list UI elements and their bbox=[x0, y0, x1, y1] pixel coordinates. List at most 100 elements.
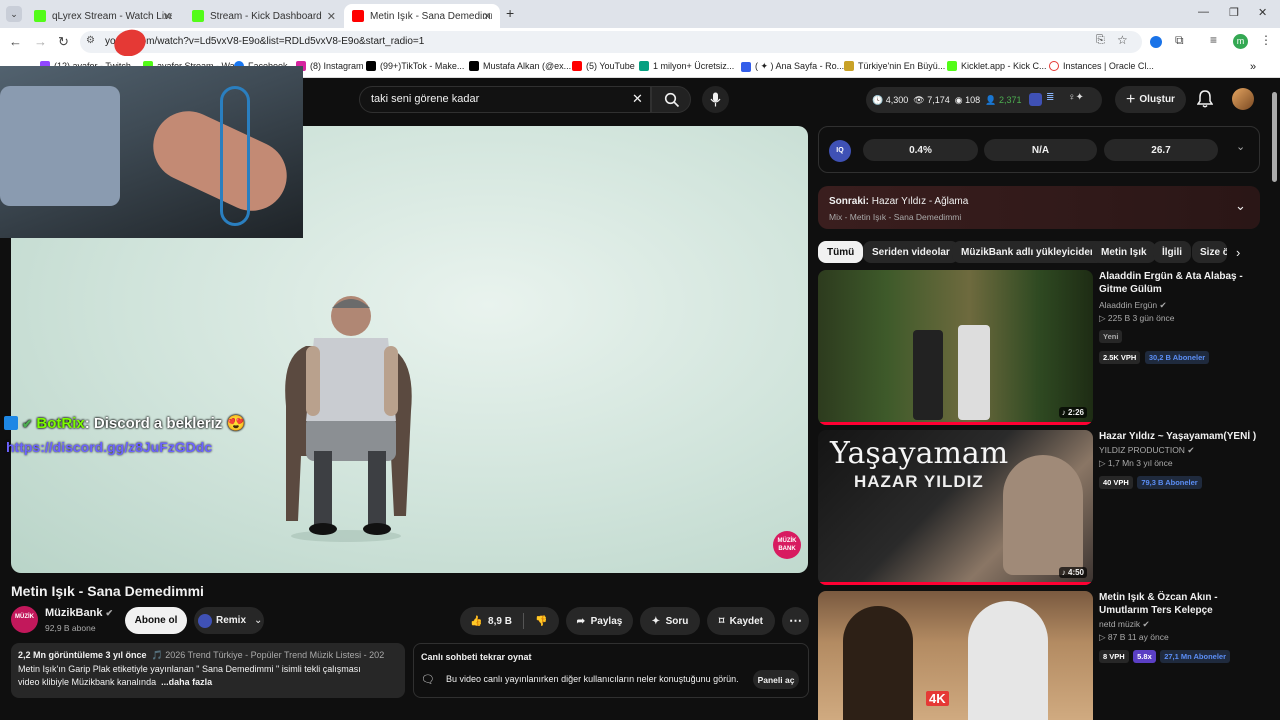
voice-search-button[interactable] bbox=[702, 86, 729, 113]
ai-sparkle-icon[interactable]: ♀✦ bbox=[1068, 92, 1084, 103]
window-close-icon[interactable]: ✕ bbox=[1258, 6, 1267, 19]
search-input[interactable]: taki seni görene kadar ✕ bbox=[359, 86, 651, 113]
subscribe-button[interactable]: Abone ol bbox=[125, 607, 187, 634]
youtube-page: taki seni görene kadar ✕ 🕓 4,300 👁 7,174… bbox=[0, 66, 1280, 720]
clear-search-icon[interactable]: ✕ bbox=[632, 91, 643, 107]
new-tab-button[interactable]: + bbox=[506, 5, 514, 21]
dislike-button[interactable]: 👎 bbox=[535, 616, 547, 627]
address-bar[interactable]: ⚙ yo om/watch?v=Ld5vxV8-E9o&list=RDLd5vx… bbox=[80, 31, 1142, 53]
chip-related[interactable]: İlgili bbox=[1153, 241, 1191, 263]
chevron-down-icon[interactable]: ⌄ bbox=[1236, 140, 1245, 153]
recommendation-info[interactable]: Alaaddin Ergün & Ata Alabaş - Gitme Gülü… bbox=[1099, 270, 1259, 365]
video-thumbnail[interactable]: 4K bbox=[818, 591, 1093, 720]
forward-icon[interactable]: → bbox=[34, 34, 47, 49]
tab-youtube-active[interactable]: Metin Işık - Sana Demedimmi ✕ bbox=[344, 4, 500, 28]
notifications-button[interactable] bbox=[1196, 90, 1214, 113]
page-scrollbar[interactable] bbox=[1272, 92, 1277, 182]
restore-icon[interactable]: ❐ bbox=[1229, 6, 1239, 19]
recommendation-title: Hazar Yıldız ~ Yaşayamam(YENİ ) bbox=[1099, 431, 1257, 442]
account-avatar[interactable] bbox=[1232, 88, 1254, 110]
thumbnail-text: Yaşayamam bbox=[830, 436, 1009, 471]
more-bookmarks-icon[interactable]: » bbox=[1250, 61, 1256, 73]
tab-qlyrex[interactable]: qLyrex Stream - Watch Live on ✕ bbox=[26, 4, 180, 28]
chip-series[interactable]: Seriden videolar bbox=[863, 241, 959, 263]
bookmark-item[interactable]: ( ✦ ) Ana Sayfa - Ro... bbox=[741, 61, 844, 72]
more-actions-button[interactable]: ⋯ bbox=[782, 607, 809, 635]
show-more-link[interactable]: ...daha fazla bbox=[161, 677, 212, 687]
recommendation-info[interactable]: Hazar Yıldız ~ Yaşayamam(YENİ ) YILDIZ P… bbox=[1099, 430, 1259, 490]
iq-icon[interactable]: IQ bbox=[829, 140, 851, 162]
puzzle-icon[interactable]: ⧉ bbox=[1175, 33, 1184, 48]
close-icon[interactable]: ✕ bbox=[163, 10, 172, 23]
webcam-overlay bbox=[0, 66, 303, 238]
bookmark-item[interactable]: Kicklet.app - Kick C... bbox=[947, 61, 1047, 71]
close-icon[interactable]: ✕ bbox=[483, 10, 492, 23]
chip-for-you[interactable]: Size ö bbox=[1192, 241, 1227, 263]
profile-avatar[interactable]: m bbox=[1233, 34, 1248, 49]
plus-icon: + bbox=[1126, 90, 1136, 108]
video-thumbnail[interactable]: ♪ 2:26 bbox=[818, 270, 1093, 425]
like-button[interactable]: 👍 8,9 B bbox=[470, 616, 512, 627]
channel-name[interactable]: MüzikBank ✔ bbox=[45, 607, 113, 619]
chat-overlay-link[interactable]: https://discord.gg/z8JuFzGDdc bbox=[6, 439, 212, 455]
chip-uploader[interactable]: MüzikBank adlı yükleyiciden bbox=[952, 241, 1106, 263]
next-up-panel[interactable]: Sonraki: Hazar Yıldız - Ağlama Mix - Met… bbox=[818, 186, 1260, 229]
bot-badge-icon bbox=[4, 416, 18, 430]
channel-watermark: MÜZİK BANK bbox=[773, 531, 801, 559]
bookmark-item[interactable]: (8) Instagram bbox=[296, 61, 364, 71]
star-icon[interactable]: ☆ bbox=[1117, 33, 1128, 47]
ratio-badge: 5.8x bbox=[1133, 650, 1156, 663]
recommendation-title: Metin Işık & Özcan Akın - Umutlarım Ters… bbox=[1099, 592, 1218, 616]
chip-all[interactable]: Tümü bbox=[818, 241, 864, 263]
iq-icon[interactable] bbox=[1029, 93, 1042, 106]
bookmark-item[interactable]: Instances | Oracle Cl... bbox=[1049, 61, 1154, 71]
new-badge: Yeni bbox=[1099, 330, 1123, 343]
tab-kick-dashboard[interactable]: Stream - Kick Dashboard ✕ bbox=[184, 4, 344, 28]
bookmark-item[interactable]: (5) YouTube bbox=[572, 61, 635, 71]
search-button[interactable] bbox=[651, 86, 691, 113]
vph-badge: 8 VPH bbox=[1099, 650, 1129, 663]
remix-button[interactable]: Remix ⌄ bbox=[194, 607, 264, 634]
extension-stats-bar: 🕓 4,300 👁 7,174 ◉ 108 👤 2,371 ≣ bbox=[866, 87, 1102, 113]
recommendation-info[interactable]: Metin Işık & Özcan Akın - Umutlarım Ters… bbox=[1099, 591, 1259, 664]
bookmark-item[interactable]: Türkiye'nin En Büyü... bbox=[844, 61, 945, 71]
verified-icon: ✔ bbox=[1142, 619, 1150, 629]
install-icon[interactable]: ⎘ bbox=[1096, 34, 1105, 47]
verified-icon: ✔ bbox=[1187, 445, 1195, 455]
back-icon[interactable]: ← bbox=[9, 34, 22, 49]
save-button[interactable]: ⌑ Kaydet bbox=[707, 607, 775, 635]
minimize-icon[interactable]: — bbox=[1198, 6, 1209, 18]
menu-icon[interactable]: ⋮ bbox=[1260, 33, 1272, 47]
reload-icon[interactable]: ↻ bbox=[58, 34, 69, 50]
thumbnail-figure bbox=[958, 325, 990, 420]
chevron-down-icon[interactable]: ⌄ bbox=[1235, 198, 1246, 214]
extension-icon[interactable] bbox=[1150, 36, 1162, 48]
video-thumbnail[interactable]: Yaşayamam HAZAR YILDIZ ♪ 4:50 bbox=[818, 430, 1093, 585]
bookmark-item[interactable]: (99+)TikTok - Make... bbox=[366, 61, 464, 71]
bookmark-item[interactable]: 1 milyon+ Ücretsiz... bbox=[639, 61, 734, 71]
site-info-icon[interactable]: ⚙ bbox=[86, 35, 95, 46]
open-panel-button[interactable]: Paneli aç bbox=[753, 670, 799, 689]
share-button[interactable]: ➦ Paylaş bbox=[566, 607, 633, 635]
subs-badge: 79,3 B Aboneler bbox=[1137, 476, 1202, 489]
description-box[interactable]: 2,2 Mn görüntüleme 3 yıl önce 🎵 2026 Tre… bbox=[11, 643, 405, 698]
user-icon: 👤 bbox=[985, 94, 997, 105]
chip-artist[interactable]: Metin Işık bbox=[1092, 241, 1156, 263]
media-icon[interactable]: ≡ bbox=[1210, 33, 1217, 47]
tab-search-button[interactable]: ⌄ bbox=[6, 6, 22, 22]
create-button[interactable]: + Oluştur bbox=[1115, 86, 1186, 113]
iq-metric: N/A bbox=[984, 139, 1097, 161]
bookmark-item[interactable]: Mustafa Alkan (@ex... bbox=[469, 61, 571, 71]
recommendation-meta: ▷ 87 B 11 ay önce bbox=[1099, 632, 1169, 642]
iq-metric: 0.4% bbox=[863, 139, 978, 161]
close-icon[interactable]: ✕ bbox=[327, 10, 336, 23]
chat-overlay-message: ✔ BotRix: Discord a bekleriz 😍 bbox=[4, 414, 245, 432]
ask-button[interactable]: ✦ Soru bbox=[640, 607, 700, 635]
youtube-icon bbox=[352, 10, 364, 22]
sparkle-icon: ✦ bbox=[651, 615, 661, 627]
channel-avatar[interactable]: MÜZİK bbox=[11, 606, 38, 633]
chat-replay-box: Canlı sohbeti tekrar oynat 🗨 Bu video ca… bbox=[413, 643, 809, 698]
next-up-subtitle: Mix - Metin Işık - Sana Demedimmi bbox=[829, 212, 962, 222]
chevron-right-icon[interactable]: › bbox=[1236, 245, 1240, 260]
list-icon[interactable]: ≣ bbox=[1046, 92, 1054, 103]
